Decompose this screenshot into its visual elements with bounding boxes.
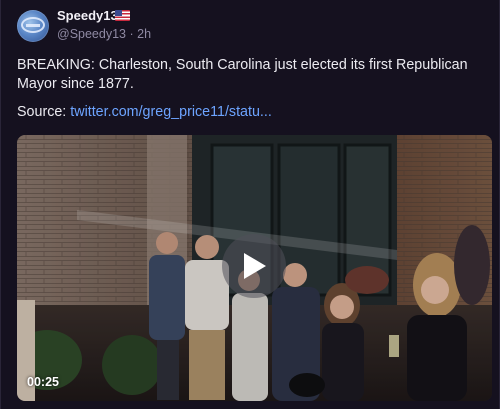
us-flag-icon xyxy=(115,10,130,21)
meta-separator: · xyxy=(129,27,134,41)
post-text: BREAKING: Charleston, South Carolina jus… xyxy=(17,57,468,92)
source-label: Source: xyxy=(17,104,67,120)
video-duration: 00:25 xyxy=(27,375,59,389)
author-handle[interactable]: @Speedy13 xyxy=(57,27,126,41)
post-timestamp[interactable]: 2h xyxy=(137,27,151,41)
source-link[interactable]: twitter.com/greg_price11/statu... xyxy=(70,104,272,120)
avatar[interactable] xyxy=(17,10,49,42)
play-button[interactable] xyxy=(222,234,286,298)
post-card: Speedy13 @Speedy13 · 2h BREAKING: Charle… xyxy=(0,0,500,409)
video-player[interactable]: 00:25 xyxy=(17,135,492,401)
play-icon xyxy=(244,253,266,279)
post-source: Source: twitter.com/greg_price11/statu..… xyxy=(17,103,272,122)
author-meta: @Speedy13 · 2h xyxy=(57,26,151,42)
author-display-name[interactable]: Speedy13 xyxy=(57,8,118,24)
